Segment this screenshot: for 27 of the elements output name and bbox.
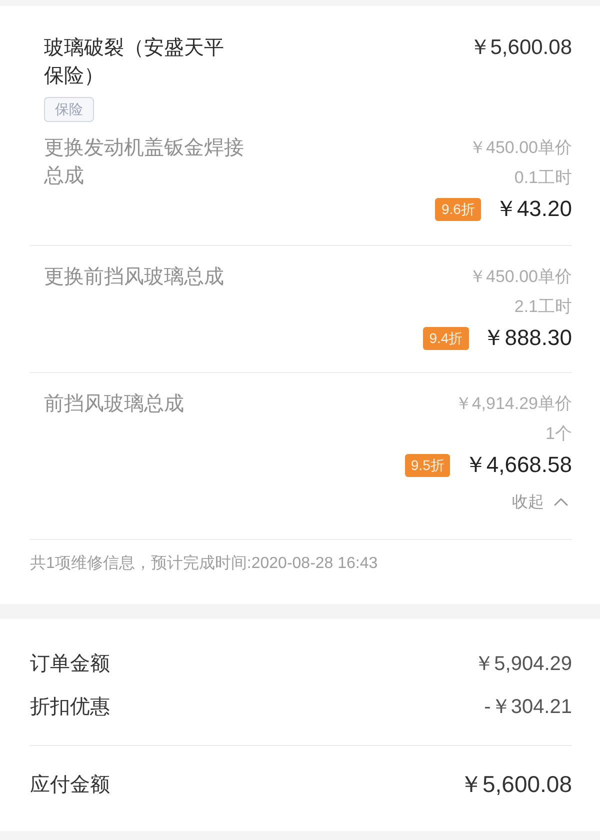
item-name: 更换前挡风玻璃总成 (44, 265, 224, 290)
claim-title: 玻璃破裂（安盛天平保险） (44, 36, 225, 89)
unit-price: ￥450.00单价 (469, 266, 572, 288)
item-price: ￥888.30 (482, 324, 572, 352)
payable-value: ￥5,600.08 (459, 770, 572, 799)
item-price: ￥4,668.58 (464, 451, 572, 479)
total-label: 折扣优惠 (30, 695, 110, 720)
discount-badge: 9.6折 (435, 198, 481, 220)
claim-amount: ￥5,600.08 (469, 35, 572, 61)
total-label: 订单金额 (30, 652, 110, 677)
item-price: ￥43.20 (494, 195, 572, 223)
item-quantity: 0.1工时 (514, 167, 572, 189)
repair-summary-text: 共1项维修信息，预计完成时间:2020-08-28 16:43 (30, 539, 572, 604)
discount-badge: 9.5折 (404, 454, 450, 476)
total-value: ￥5,904.29 (474, 652, 572, 677)
caret-up-icon (554, 498, 568, 506)
unit-price: ￥450.00单价 (469, 137, 572, 159)
payable-label: 应付金额 (30, 773, 110, 798)
total-value: -￥304.21 (484, 695, 572, 720)
collapse-button[interactable]: 收起 (512, 487, 572, 517)
discount-badge: 9.4折 (423, 326, 469, 350)
item-quantity: 2.1工时 (514, 296, 572, 318)
unit-price: ￥4,914.29单价 (454, 393, 572, 415)
insurance-tag: 保险 (44, 97, 94, 122)
item-name: 更换发动机盖钣金焊接总成 (44, 136, 245, 189)
item-name: 前挡风玻璃总成 (44, 392, 184, 417)
item-quantity: 1个 (546, 423, 572, 445)
